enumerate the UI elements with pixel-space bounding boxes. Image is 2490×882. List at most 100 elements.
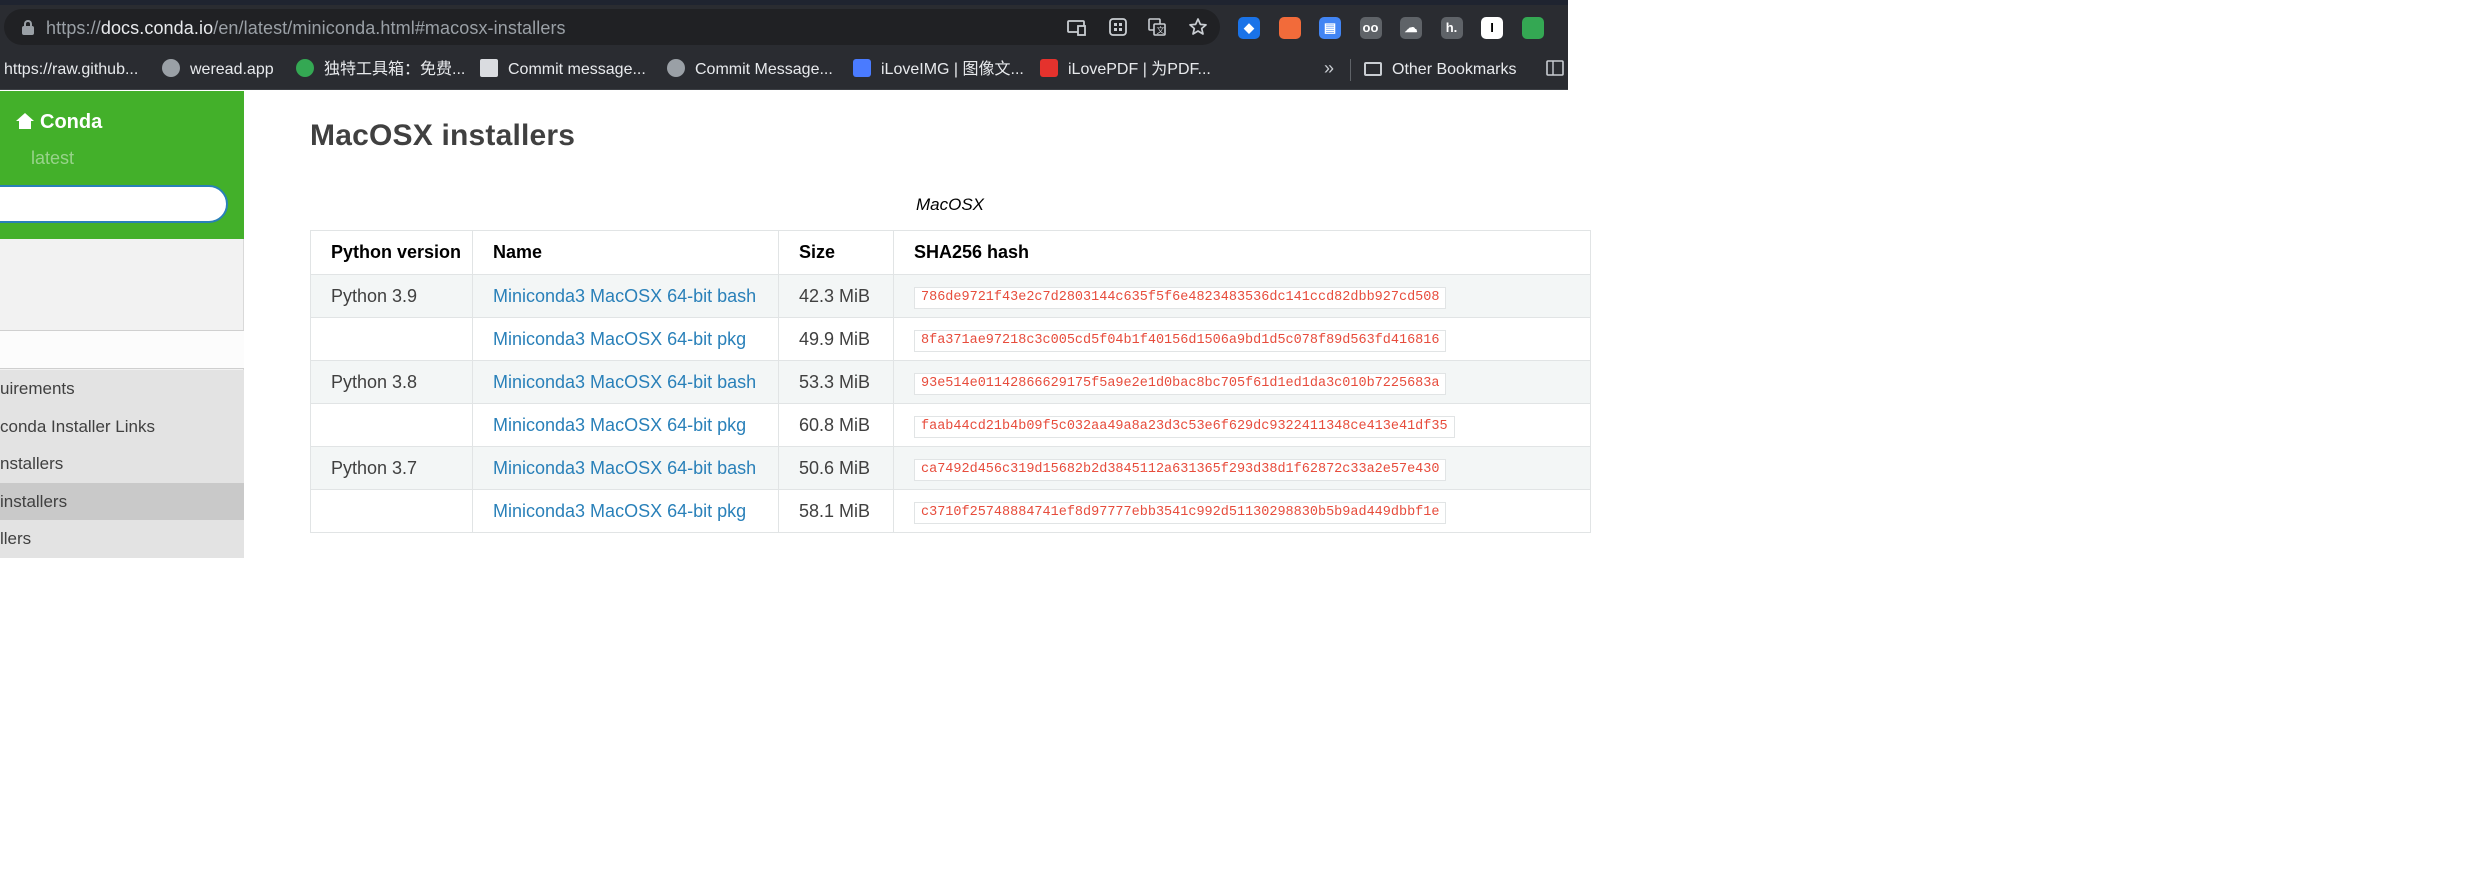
sha256-hash: c3710f25748884741ef8d97777ebb3541c992d51… bbox=[914, 501, 1447, 524]
table-row: Python 3.8 Miniconda3 MacOSX 64-bit bash… bbox=[310, 360, 1591, 404]
bookmark-label: https://raw.github... bbox=[4, 61, 139, 78]
glasses-extension-icon[interactable]: oo bbox=[1359, 17, 1382, 39]
column-header: Name bbox=[472, 230, 779, 275]
url-path: /en/latest/miniconda.html#macosx-install… bbox=[213, 18, 566, 38]
sha256-hash: 93e514e01142866629175f5a9e2e1d0bac8bc705… bbox=[914, 372, 1447, 395]
hash-cell: 8fa371ae97218c3c005cd5f04b1f40156d1506a9… bbox=[893, 317, 1591, 361]
bookmark-commit-message-1[interactable]: Commit message... bbox=[480, 59, 646, 81]
download-doc-extension-icon[interactable]: ▤ bbox=[1319, 17, 1341, 39]
cloud-extension-icon[interactable]: ☁ bbox=[1400, 17, 1422, 39]
gem-extension-icon[interactable]: ◆ bbox=[1238, 17, 1260, 39]
bookmark-label: Other Bookmarks bbox=[1392, 61, 1517, 78]
table-row: Python 3.7 Miniconda3 MacOSX 64-bit bash… bbox=[310, 446, 1591, 490]
bookmark-toolbox[interactable]: 独特工具箱：免费... bbox=[296, 59, 465, 81]
python-version-cell bbox=[310, 403, 473, 447]
hash-cell: ca7492d456c319d15682b2d3845112a631365f29… bbox=[893, 446, 1591, 490]
table-row: Miniconda3 MacOSX 64-bit pkg 49.9 MiB 8f… bbox=[310, 317, 1591, 361]
installer-name-cell: Miniconda3 MacOSX 64-bit pkg bbox=[472, 489, 779, 533]
folder-icon bbox=[1364, 62, 1382, 76]
installer-download-link[interactable]: Miniconda3 MacOSX 64-bit pkg bbox=[493, 501, 746, 521]
project-name: Conda bbox=[40, 111, 103, 133]
bookmark-commit-message-2[interactable]: Commit Message... bbox=[667, 59, 833, 81]
project-home-link[interactable]: Conda bbox=[16, 111, 102, 134]
bookmark-iloveimg[interactable]: iLoveIMG | 图像文... bbox=[853, 59, 1024, 81]
installer-download-link[interactable]: Miniconda3 MacOSX 64-bit bash bbox=[493, 286, 756, 306]
hash-cell: c3710f25748884741ef8d97777ebb3541c992d51… bbox=[893, 489, 1591, 533]
installer-name-cell: Miniconda3 MacOSX 64-bit bash bbox=[472, 274, 779, 318]
bookmark-raw-github[interactable]: https://raw.github... bbox=[4, 59, 138, 81]
globe-icon bbox=[667, 59, 685, 77]
bookmark-ilovepdf[interactable]: iLovePDF | 为PDF... bbox=[1040, 59, 1211, 81]
commit-icon bbox=[480, 59, 498, 77]
i-extension-icon[interactable]: I bbox=[1481, 17, 1503, 39]
installers-table-wrapper: Python version Name Size SHA256 hash Pyt… bbox=[310, 230, 1591, 533]
color-wheel-extension-icon[interactable] bbox=[1521, 17, 1544, 39]
translate-icon[interactable]: 文 bbox=[1147, 17, 1167, 37]
installer-download-link[interactable]: Miniconda3 MacOSX 64-bit pkg bbox=[493, 415, 746, 435]
column-header: Size bbox=[778, 230, 894, 275]
sidebar-item-linux-installers[interactable]: llers bbox=[0, 520, 244, 558]
globe-icon bbox=[162, 59, 180, 77]
address-bar[interactable]: https://docs.conda.io/en/latest/minicond… bbox=[4, 9, 1220, 45]
bookmark-label: Commit Message... bbox=[695, 61, 833, 78]
main-content: MacOSX installers MacOSX Python version … bbox=[244, 91, 1591, 555]
bookmark-star-icon[interactable] bbox=[1188, 17, 1208, 37]
table-row: Miniconda3 MacOSX 64-bit pkg 58.1 MiB c3… bbox=[310, 489, 1591, 533]
installer-download-link[interactable]: Miniconda3 MacOSX 64-bit bash bbox=[493, 372, 756, 392]
reading-list-icon[interactable] bbox=[1546, 59, 1564, 81]
bookmark-label: iLovePDF | 为PDF... bbox=[1068, 61, 1211, 78]
size-cell: 49.9 MiB bbox=[778, 317, 894, 361]
size-cell: 50.6 MiB bbox=[778, 446, 894, 490]
table-row: Python 3.9 Miniconda3 MacOSX 64-bit bash… bbox=[310, 274, 1591, 318]
sidebar-item-installer-links[interactable]: conda Installer Links bbox=[0, 407, 244, 445]
url-scheme: https:// bbox=[46, 18, 101, 38]
installer-download-link[interactable]: Miniconda3 MacOSX 64-bit bash bbox=[493, 458, 756, 478]
bookmarks-overflow-button[interactable]: » bbox=[1324, 58, 1334, 79]
sidebar-brand: Conda latest bbox=[0, 91, 244, 239]
size-cell: 53.3 MiB bbox=[778, 360, 894, 404]
size-cell: 58.1 MiB bbox=[778, 489, 894, 533]
sha256-hash: ca7492d456c319d15682b2d3845112a631365f29… bbox=[914, 458, 1447, 481]
tab-grid-icon[interactable] bbox=[1108, 17, 1128, 37]
browser-toolbar: https://docs.conda.io/en/latest/minicond… bbox=[0, 5, 1568, 49]
docs-search-input[interactable] bbox=[0, 185, 228, 223]
column-header: Python version bbox=[310, 230, 473, 275]
installers-table: Python version Name Size SHA256 hash Pyt… bbox=[310, 230, 1591, 533]
cast-icon[interactable] bbox=[1066, 17, 1086, 37]
address-url[interactable]: https://docs.conda.io/en/latest/minicond… bbox=[46, 18, 566, 39]
installer-name-cell: Miniconda3 MacOSX 64-bit pkg bbox=[472, 317, 779, 361]
home-icon bbox=[16, 113, 34, 129]
bookmarks-divider bbox=[1350, 59, 1351, 81]
sidebar-nav: uirements conda Installer Links nstaller… bbox=[0, 370, 244, 558]
sha256-hash: faab44cd21b4b09f5c032aa49a8a23d3c53e6f62… bbox=[914, 415, 1455, 438]
sidebar-item-macosx-installers[interactable]: installers bbox=[0, 482, 244, 520]
size-cell: 60.8 MiB bbox=[778, 403, 894, 447]
python-version-cell: Python 3.9 bbox=[310, 274, 473, 318]
sha256-hash: 8fa371ae97218c3c005cd5f04b1f40156d1506a9… bbox=[914, 329, 1447, 352]
orange-extension-icon[interactable] bbox=[1278, 17, 1301, 39]
hash-cell: 93e514e01142866629175f5a9e2e1d0bac8bc705… bbox=[893, 360, 1591, 404]
docs-sidebar: Conda latest uirements conda Installer L… bbox=[0, 91, 244, 558]
installer-download-link[interactable]: Miniconda3 MacOSX 64-bit pkg bbox=[493, 329, 746, 349]
python-version-cell bbox=[310, 317, 473, 361]
bookmark-label: 独特工具箱：免费... bbox=[324, 61, 466, 78]
table-caption: MacOSX bbox=[916, 195, 985, 214]
sidebar-item-requirements[interactable]: uirements bbox=[0, 370, 244, 408]
lock-icon[interactable] bbox=[22, 20, 34, 35]
sha256-hash: 786de9721f43e2c7d2803144c635f5f6e4823483… bbox=[914, 286, 1447, 309]
installer-name-cell: Miniconda3 MacOSX 64-bit pkg bbox=[472, 403, 779, 447]
other-bookmarks-folder[interactable]: Other Bookmarks bbox=[1364, 59, 1516, 81]
h-extension-icon[interactable]: h. bbox=[1440, 17, 1463, 39]
heart-icon bbox=[1040, 59, 1058, 77]
bookmark-weread[interactable]: weread.app bbox=[162, 59, 274, 81]
docs-version: latest bbox=[31, 148, 75, 168]
size-cell: 42.3 MiB bbox=[778, 274, 894, 318]
sidebar-item-windows-installers[interactable]: nstallers bbox=[0, 445, 244, 483]
svg-text:文: 文 bbox=[1157, 25, 1165, 35]
hash-cell: 786de9721f43e2c7d2803144c635f5f6e4823483… bbox=[893, 274, 1591, 318]
hash-cell: faab44cd21b4b09f5c032aa49a8a23d3c53e6f62… bbox=[893, 403, 1591, 447]
python-version-cell: Python 3.7 bbox=[310, 446, 473, 490]
python-version-cell: Python 3.8 bbox=[310, 360, 473, 404]
bookmark-label: Commit message... bbox=[508, 61, 646, 78]
page-heading: MacOSX installers bbox=[310, 119, 576, 152]
